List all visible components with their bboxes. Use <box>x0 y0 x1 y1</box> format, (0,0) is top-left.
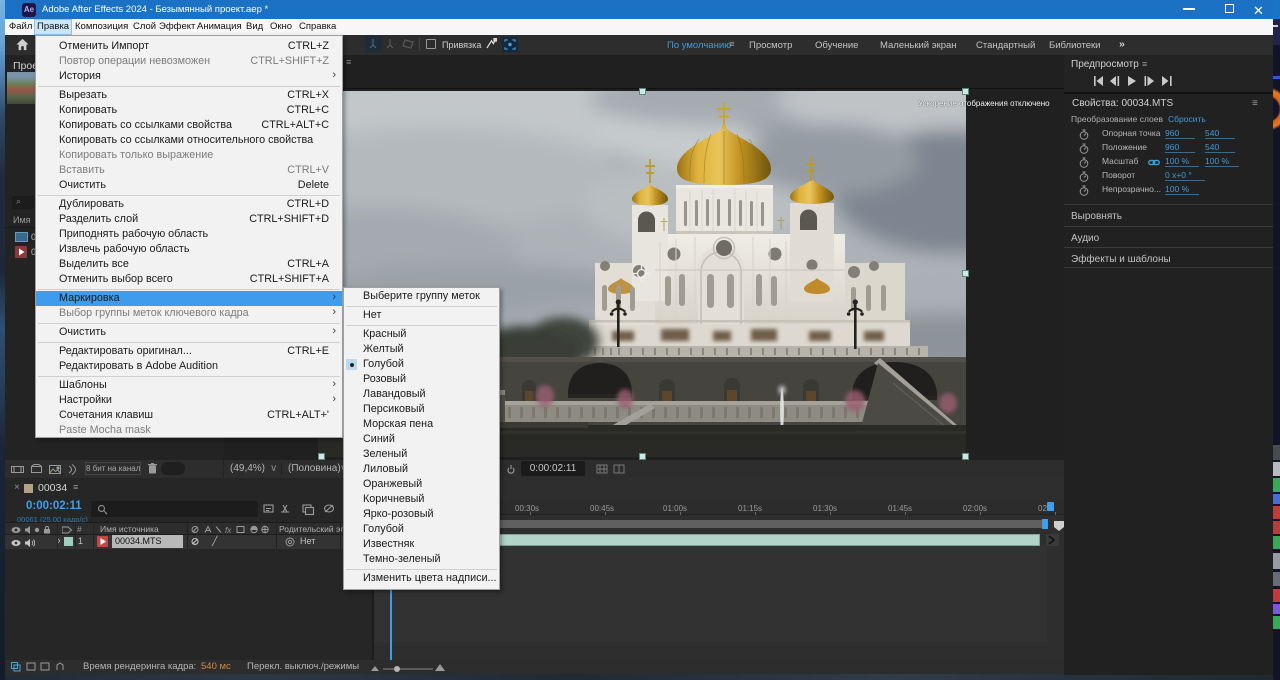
svg-text:fx: fx <box>225 526 232 534</box>
